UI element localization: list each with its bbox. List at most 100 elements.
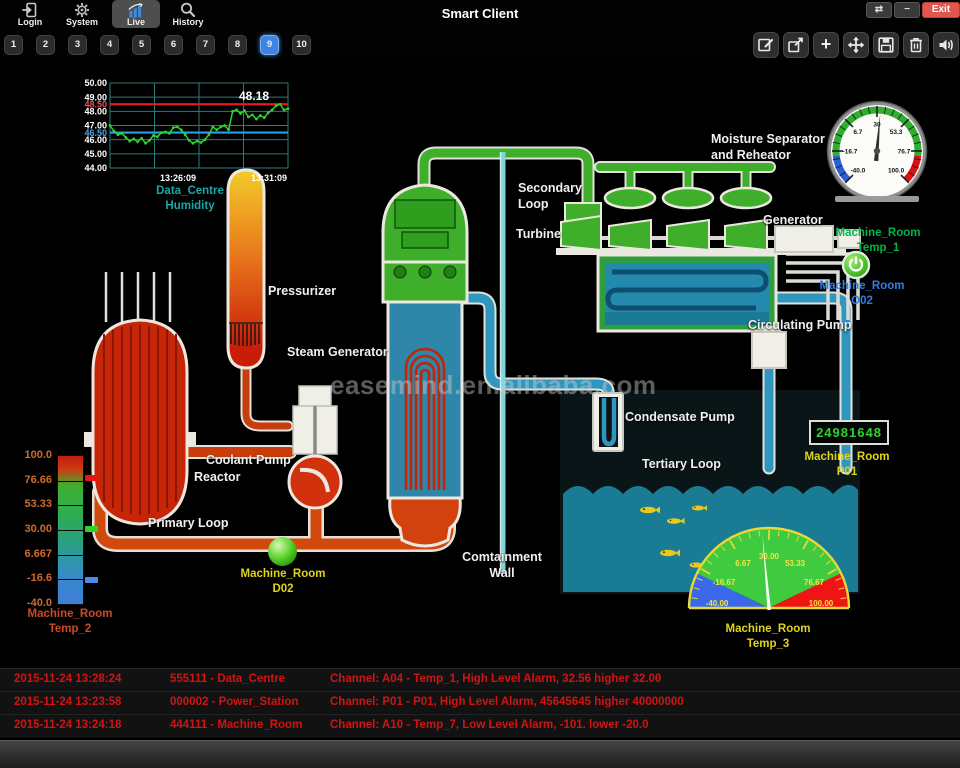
reactor-vessel: [84, 272, 196, 524]
trend-label-2: Humidity: [110, 199, 270, 214]
gauge-temp1: -40.0-16.76.73053.376.7100.0: [822, 95, 932, 207]
nav-live[interactable]: Live: [112, 0, 160, 28]
display-p01-value: 24981648: [816, 425, 882, 440]
switch-o02-button[interactable]: [841, 250, 871, 280]
alarm-time: 2015-11-24 13:28:24: [14, 673, 164, 685]
label-condensate-pump: Condensate Pump: [625, 409, 735, 425]
save-icon: [876, 35, 896, 55]
svg-text:-40.0: -40.0: [850, 167, 865, 174]
bar-marker-value: [85, 526, 98, 532]
svg-text:100.0: 100.0: [888, 167, 905, 174]
export-icon: [786, 35, 806, 55]
edit-icon: [756, 35, 776, 55]
humidity-trend-chart: 50.0049.0048.0047.0046.0045.0044.0048.50…: [70, 76, 292, 188]
gauge-temp3-label-2: Temp_3: [708, 637, 828, 652]
alarm-row[interactable]: 2015-11-24 13:28:24 555111 - Data_CentreC…: [0, 668, 960, 691]
svg-text:-16.7: -16.7: [843, 148, 858, 155]
trend-label: Data_Centre Humidity: [110, 184, 270, 214]
alarm-message: Channel: A04 - Temp_1, High Level Alarm,…: [330, 673, 952, 685]
page-button-3[interactable]: 3: [68, 35, 87, 55]
svg-text:45.00: 45.00: [84, 149, 107, 159]
svg-text:46.50: 46.50: [84, 128, 107, 138]
label-primary-loop: Primary Loop: [148, 515, 229, 531]
minimize-icon: −: [904, 4, 910, 15]
alarm-time: 2015-11-24 13:24:18: [14, 719, 164, 731]
label-moisture-2: and Reheator: [711, 147, 825, 163]
label-circulating-pump: Circulating Pump: [748, 317, 851, 333]
alarm-list: 2015-11-24 13:28:24 555111 - Data_CentreC…: [0, 668, 960, 738]
label-steam-generator: Steam Generator: [287, 344, 388, 360]
refresh-button[interactable]: ⇄: [866, 2, 892, 18]
svg-text:48.50: 48.50: [84, 99, 107, 109]
svg-text:13:31:09: 13:31:09: [251, 173, 287, 183]
indicator-d02-label-1: Machine_Room: [223, 567, 343, 582]
add-button[interactable]: +: [813, 32, 839, 58]
indicator-d02-label: Machine_Room D02: [223, 567, 343, 597]
nav-history[interactable]: History: [164, 0, 212, 28]
label-tertiary-loop: Tertiary Loop: [642, 456, 721, 472]
save-button[interactable]: [873, 32, 899, 58]
move-button[interactable]: [843, 32, 869, 58]
page-button-1[interactable]: 1: [4, 35, 23, 55]
bar-tick-label: 100.0: [8, 449, 52, 461]
delete-button[interactable]: [903, 32, 929, 58]
label-turbine: Turbine: [516, 226, 561, 242]
nav-system[interactable]: System: [58, 0, 106, 28]
label-moisture-1: Moisture Separator: [711, 131, 825, 147]
label-generator: Generator: [763, 212, 823, 228]
svg-text:6.7: 6.7: [853, 129, 862, 136]
containment-wall: [501, 152, 504, 574]
status-bar: 24/11/2015 13:31:17 Server Mode Page 1 E…: [0, 740, 960, 768]
svg-text:30.00: 30.00: [759, 552, 780, 561]
svg-text:6.67: 6.67: [735, 559, 751, 568]
nav-live-label: Live: [112, 17, 160, 27]
bar-gauge-temp2: [57, 455, 84, 605]
svg-text:-40.00: -40.00: [706, 599, 729, 608]
page-button-9[interactable]: 9: [260, 35, 279, 55]
switch-o02-label-1: Machine_Room: [802, 279, 922, 294]
alarm-time: 2015-11-24 13:23:58: [14, 696, 164, 708]
edit-page-button[interactable]: [753, 32, 779, 58]
label-containment-wall: Comtainment Wall: [461, 549, 543, 581]
bar-temp2-label-2: Temp_2: [8, 622, 132, 637]
alarm-source: 000002 - Power_Station: [170, 696, 330, 708]
label-secondary-loop-1: Secondary: [518, 180, 582, 196]
export-button[interactable]: [783, 32, 809, 58]
alarm-source: 555111 - Data_Centre: [170, 673, 330, 685]
page-button-6[interactable]: 6: [164, 35, 183, 55]
page-button-2[interactable]: 2: [36, 35, 55, 55]
svg-text:53.3: 53.3: [890, 129, 903, 136]
display-p01-label-1: Machine_Room: [787, 450, 907, 465]
exit-button[interactable]: Exit: [922, 2, 960, 18]
switch-o02-label-2: O02: [802, 294, 922, 309]
page-button-10[interactable]: 10: [292, 35, 311, 55]
page-button-8[interactable]: 8: [228, 35, 247, 55]
trend-current-value: 48.18: [239, 89, 269, 103]
svg-text:100.00: 100.00: [809, 599, 834, 608]
bar-tick-label: 76.66: [8, 474, 52, 486]
svg-text:50.00: 50.00: [84, 78, 107, 88]
gauge-temp3: -40.00-16.676.6730.0053.3376.67100.00: [683, 518, 855, 616]
nav-login-label: Login: [6, 17, 54, 27]
minimize-button[interactable]: −: [894, 2, 920, 18]
audio-button[interactable]: [933, 32, 959, 58]
trend-label-1: Data_Centre: [110, 184, 270, 199]
display-p01-label: Machine_Room P01: [787, 450, 907, 480]
alarm-row[interactable]: 2015-11-24 13:24:18444111 - Machine_Room…: [0, 714, 960, 737]
display-p01-label-2: P01: [787, 465, 907, 480]
page-button-5[interactable]: 5: [132, 35, 151, 55]
alarm-row[interactable]: 2015-11-24 13:23:58 000002 - Power_Statio…: [0, 691, 960, 714]
nav-login[interactable]: Login: [6, 0, 54, 28]
svg-text:53.33: 53.33: [785, 559, 806, 568]
page-button-7[interactable]: 7: [196, 35, 215, 55]
svg-text:13:26:09: 13:26:09: [160, 173, 196, 183]
svg-text:76.67: 76.67: [804, 578, 825, 587]
indicator-d02-label-2: D02: [223, 582, 343, 597]
page-button-4[interactable]: 4: [100, 35, 119, 55]
title-bar: Login System Live History: [0, 0, 960, 28]
gauge-temp1-label-1: Machine_Room: [817, 226, 939, 241]
gauge-temp3-label-1: Machine_Room: [708, 622, 828, 637]
label-secondary-loop-2: Loop: [518, 196, 582, 212]
bar-tick-label: 53.33: [8, 498, 52, 510]
steam-generator-vessel: [383, 185, 467, 546]
